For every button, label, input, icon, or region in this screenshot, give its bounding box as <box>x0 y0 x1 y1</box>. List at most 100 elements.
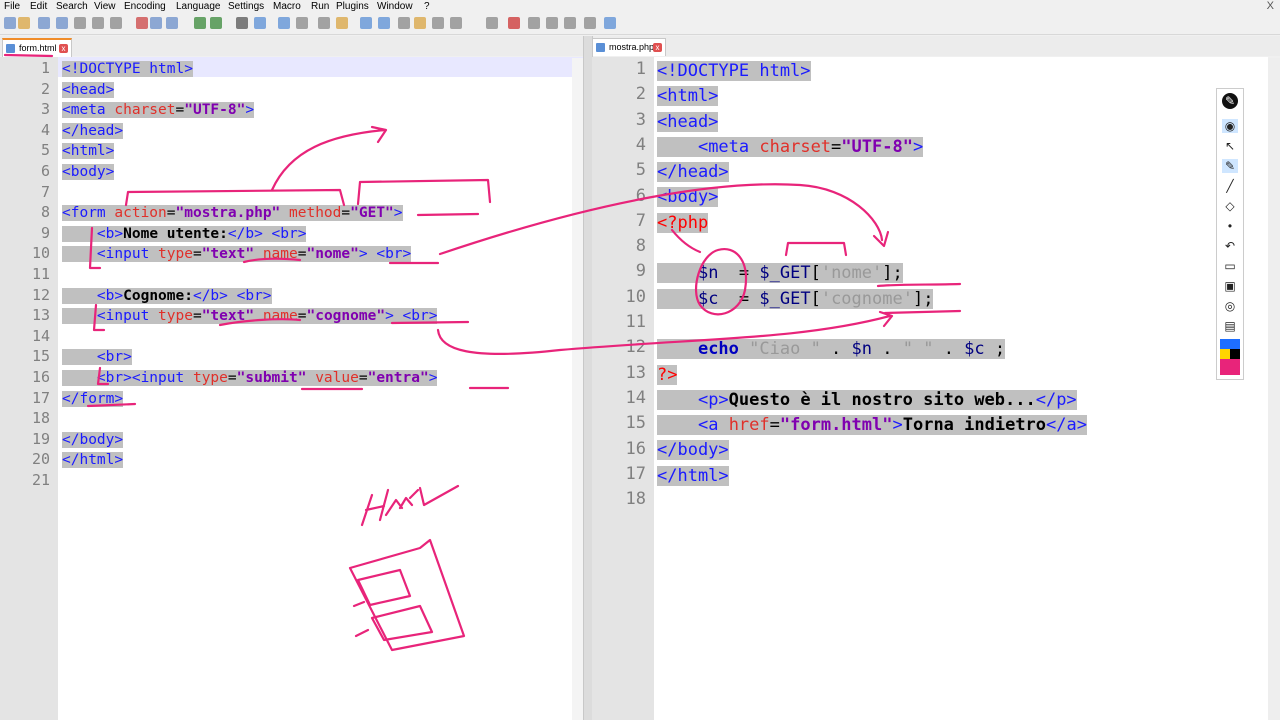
trash-icon[interactable]: ▭ <box>1222 259 1238 273</box>
color-swatch-blue[interactable] <box>1220 339 1240 349</box>
tab-form-html[interactable]: form.html x <box>2 38 72 57</box>
tab-close-icon[interactable]: x <box>59 44 68 53</box>
camera-icon[interactable]: ◎ <box>1222 299 1238 313</box>
wrap-icon[interactable] <box>336 17 348 29</box>
menu-window[interactable]: Window <box>377 1 413 12</box>
menu-macro[interactable]: Macro <box>273 1 301 12</box>
eraser-icon[interactable]: ◇ <box>1222 199 1238 213</box>
replace-icon[interactable] <box>254 17 266 29</box>
save-macro-icon[interactable] <box>564 17 576 29</box>
lang-icon[interactable] <box>398 17 410 29</box>
new-file-icon[interactable] <box>4 17 16 29</box>
menu-help[interactable]: ? <box>424 1 430 12</box>
zoom-out-icon[interactable] <box>296 17 308 29</box>
save-icon[interactable] <box>38 17 50 29</box>
line-number: 5 <box>635 160 646 181</box>
clipboard-icon[interactable]: ▤ <box>1222 319 1238 333</box>
plugin-icon[interactable] <box>604 17 616 29</box>
line-number: 9 <box>40 223 50 242</box>
dot-icon[interactable]: • <box>1222 219 1238 233</box>
close-all-icon[interactable] <box>92 17 104 29</box>
line-number: 15 <box>31 347 50 366</box>
tab-label: form.html <box>19 43 57 53</box>
indent-icon[interactable] <box>360 17 372 29</box>
indent-guide-icon[interactable] <box>378 17 390 29</box>
line-number: 8 <box>40 203 50 222</box>
line-number: 7 <box>635 210 646 231</box>
left-gutter: 1 2 3 4 5 6 7 8 9 10 11 12 13 14 15 16 17 18 19 20 21 <box>0 57 58 720</box>
tab-label: mostra.php <box>609 42 655 52</box>
right-gutter: 1 2 3 4 5 6 7 8 9 10 11 12 13 14 15 16 17 18 <box>592 57 654 720</box>
toolbar <box>0 14 1280 35</box>
eye-icon[interactable]: ◉ <box>1222 119 1238 133</box>
find-icon[interactable] <box>236 17 248 29</box>
tab-mostra-php[interactable]: mostra.php x <box>592 38 666 56</box>
undo-icon[interactable] <box>194 17 206 29</box>
menu-encoding[interactable]: Encoding <box>124 1 166 12</box>
save-all-icon[interactable] <box>56 17 68 29</box>
line-number: 13 <box>625 362 646 383</box>
line-number: 12 <box>625 337 646 358</box>
line-number: 13 <box>31 306 50 325</box>
spellcheck-icon[interactable] <box>584 17 596 29</box>
pen-logo-icon[interactable]: ✎ <box>1222 93 1238 109</box>
line-number: 2 <box>40 79 50 98</box>
sync-icon[interactable] <box>318 17 330 29</box>
line-number: 18 <box>31 409 50 428</box>
print-icon[interactable] <box>110 17 122 29</box>
line-number: 5 <box>40 141 50 160</box>
close-icon[interactable]: X <box>1267 0 1274 12</box>
map-icon[interactable] <box>414 17 426 29</box>
menu-view[interactable]: View <box>94 1 116 12</box>
line-icon[interactable]: ╱ <box>1222 179 1238 193</box>
cut-icon[interactable] <box>136 17 148 29</box>
line-number: 3 <box>40 100 50 119</box>
paste-icon[interactable] <box>166 17 178 29</box>
close-icon[interactable] <box>74 17 86 29</box>
right-scrollbar[interactable] <box>1268 58 1280 720</box>
undo-icon[interactable]: ↶ <box>1222 239 1238 253</box>
left-editor[interactable]: 1 2 3 4 5 6 7 8 9 10 11 12 13 14 15 16 17 18 19 20 21 <!DOCT… <box>0 57 583 720</box>
line-number: 1 <box>635 59 646 79</box>
left-tab-bar: form.html x <box>0 36 583 57</box>
menu-file[interactable]: File <box>4 1 20 12</box>
stop-icon[interactable] <box>508 17 520 29</box>
pen-tool-palette: ✎ ◉ ↖ ✎ ╱ ◇ • ↶ ▭ ▣ ◎ ▤ <box>1216 88 1244 380</box>
tab-close-icon[interactable]: x <box>653 43 662 52</box>
play-icon[interactable] <box>528 17 540 29</box>
line-number: 8 <box>635 236 646 257</box>
line-number: 15 <box>625 413 646 434</box>
play-multiple-icon[interactable] <box>546 17 558 29</box>
line-number: 1 <box>40 59 50 77</box>
menu-plugins[interactable]: Plugins <box>336 1 369 12</box>
menu-bar: File Edit Search View Encoding Language … <box>0 0 1280 14</box>
line-number: 18 <box>625 489 646 510</box>
zoom-in-icon[interactable] <box>278 17 290 29</box>
color-swatch-pink[interactable] <box>1220 359 1240 375</box>
menu-language[interactable]: Language <box>176 1 221 12</box>
copy-icon[interactable] <box>150 17 162 29</box>
monitor-icon[interactable] <box>450 17 462 29</box>
line-number: 12 <box>31 285 50 304</box>
screen-icon[interactable]: ▣ <box>1222 279 1238 293</box>
record-icon[interactable] <box>486 17 498 29</box>
menu-run[interactable]: Run <box>311 1 329 12</box>
line-number: 17 <box>625 463 646 484</box>
line-number: 11 <box>31 265 50 283</box>
pointer-icon[interactable]: ↖ <box>1222 139 1238 153</box>
color-swatch-yellow[interactable] <box>1220 349 1230 359</box>
line-number: 2 <box>635 84 646 105</box>
folder-icon[interactable] <box>432 17 444 29</box>
right-editor[interactable]: 1 2 3 4 5 6 7 8 9 10 11 12 13 14 15 16 17 18 <!DOCTYPE ht… <box>592 57 1268 720</box>
line-number: 6 <box>40 162 50 180</box>
open-file-icon[interactable] <box>18 17 30 29</box>
menu-settings[interactable]: Settings <box>228 1 264 12</box>
line-number: 4 <box>635 134 646 155</box>
left-scrollbar[interactable] <box>572 58 583 720</box>
redo-icon[interactable] <box>210 17 222 29</box>
menu-edit[interactable]: Edit <box>30 1 47 12</box>
pen-icon[interactable]: ✎ <box>1222 159 1238 173</box>
line-number: 17 <box>31 388 50 407</box>
menu-search[interactable]: Search <box>56 1 88 12</box>
color-swatch-black[interactable] <box>1230 349 1240 359</box>
